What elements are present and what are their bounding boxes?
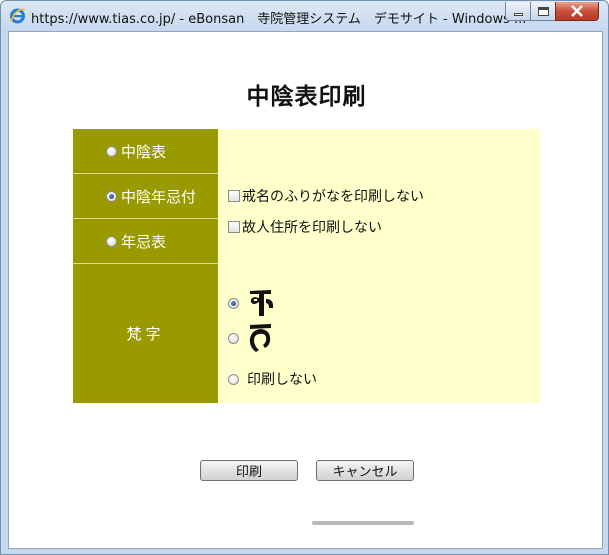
maximize-button[interactable] [530, 2, 556, 21]
close-button[interactable] [555, 2, 599, 21]
window-title: https://www.tias.co.jp/ - eBonsan 寺院管理シス… [31, 12, 527, 27]
minimize-button[interactable] [505, 2, 531, 21]
bonji-option-ka[interactable] [228, 321, 277, 355]
minimize-icon [513, 12, 523, 16]
bonji-option-a[interactable] [228, 286, 277, 320]
checkbox-box[interactable] [228, 221, 240, 233]
checkbox-no-address[interactable]: 故人住所を印刷しない [228, 217, 382, 237]
bonji-label: 梵字 [126, 325, 165, 343]
page-content: 中陰表印刷 中陰表 中陰年忌付 年忌表 梵字 戒名のふりがなを印刷しない 故人住… [8, 31, 603, 549]
checkbox-box[interactable] [228, 190, 240, 202]
browser-window: https://www.tias.co.jp/ - eBonsan 寺院管理シス… [0, 0, 609, 555]
cancel-button[interactable]: キャンセル [316, 460, 414, 481]
bonji-option-none[interactable]: 印刷しない [228, 369, 317, 389]
internet-explorer-icon [10, 8, 26, 24]
horizontal-scrollbar[interactable] [9, 519, 602, 527]
radio-nenkihyo[interactable] [106, 235, 117, 247]
print-button[interactable]: 印刷 [200, 460, 298, 481]
report-option-label: 中陰表 [121, 142, 167, 161]
report-option-label: 中陰年忌付 [121, 187, 197, 206]
checkbox-label: 戒名のふりがなを印刷しない [242, 189, 424, 205]
bonji-none-label: 印刷しない [247, 372, 317, 388]
checkbox-no-furigana[interactable]: 戒名のふりがなを印刷しない [228, 186, 424, 206]
close-icon [571, 5, 583, 17]
radio-chuin-nenki[interactable] [106, 190, 117, 202]
radio-bonji-a[interactable] [228, 297, 239, 309]
radio-bonji-none[interactable] [228, 373, 239, 385]
checkbox-label: 故人住所を印刷しない [242, 220, 382, 236]
scroll-thumb[interactable] [312, 521, 414, 525]
window-titlebar[interactable]: https://www.tias.co.jp/ - eBonsan 寺院管理シス… [1, 1, 608, 31]
bonji-label-cell: 梵字 [73, 264, 218, 403]
radio-chuinhyo[interactable] [106, 145, 117, 157]
radio-bonji-ka[interactable] [228, 332, 239, 344]
maximize-icon [537, 6, 549, 16]
report-option-chuin-nenki[interactable]: 中陰年忌付 [73, 174, 218, 218]
report-option-label: 年忌表 [121, 232, 167, 251]
options-panel: 中陰表 中陰年忌付 年忌表 梵字 戒名のふりがなを印刷しない 故人住所を印刷しな… [73, 129, 540, 403]
siddham-a-glyph [250, 290, 274, 316]
report-option-chuinhyo[interactable]: 中陰表 [73, 129, 218, 173]
siddham-ka-glyph [249, 324, 271, 352]
report-option-nenkihyo[interactable]: 年忌表 [73, 219, 218, 263]
page-title: 中陰表印刷 [246, 84, 367, 110]
